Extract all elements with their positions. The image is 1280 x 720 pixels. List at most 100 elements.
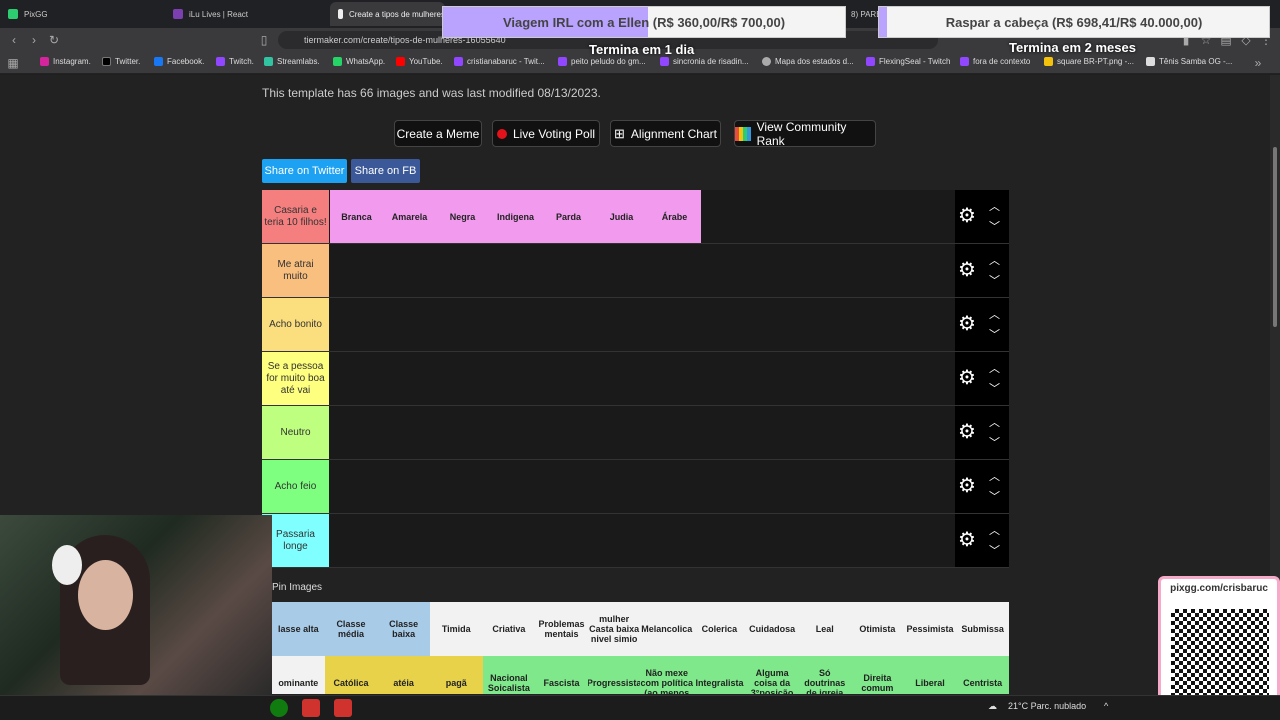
tab-tiermaker[interactable]: Create a tipos de mulheres (330, 2, 445, 26)
pool-item[interactable]: Progressista (587, 656, 641, 694)
tier-item[interactable]: Indigena (489, 190, 542, 243)
tier-item[interactable]: Negra (436, 190, 489, 243)
gear-icon[interactable]: ⚙ (958, 530, 976, 550)
chevron-up-icon[interactable]: ︿ (989, 414, 1000, 430)
bookmark-streamlabs[interactable]: Streamlabs. (264, 57, 320, 66)
pool-item[interactable]: ominante (272, 656, 325, 694)
tier-label[interactable]: Neutro (262, 406, 329, 459)
chevron-up-icon[interactable]: ︿ (989, 522, 1000, 538)
pool-item[interactable]: Só doutrinas de igreja (798, 656, 852, 694)
chevron-down-icon[interactable]: ﹀ (989, 542, 1000, 558)
tier-item[interactable]: Judia (595, 190, 648, 243)
tier-label[interactable]: Se a pessoa for muito boa até vai (262, 352, 329, 405)
pool-item[interactable]: Timida (429, 602, 483, 656)
bookmark-sincronia[interactable]: sincronia de risadin... (660, 57, 749, 66)
bookmark-fora[interactable]: fora de contexto (960, 57, 1030, 66)
gear-icon[interactable]: ⚙ (958, 476, 976, 496)
chevron-down-icon[interactable]: ﹀ (989, 326, 1000, 342)
pool-item[interactable]: Liberal (903, 656, 957, 694)
bookmark-whatsapp[interactable]: WhatsApp. (333, 57, 385, 66)
apps-icon[interactable]: ▦ (5, 55, 21, 71)
tier-label[interactable]: Acho feio (262, 460, 329, 513)
pool-item[interactable]: Não mexe com política (ao menos (640, 656, 694, 694)
bookmark-peito[interactable]: peito peludo do gm... (558, 57, 646, 66)
create-meme-button[interactable]: Create a Meme (394, 120, 482, 147)
alignment-chart-button[interactable]: ⊞ Alignment Chart (610, 120, 721, 147)
gear-icon[interactable]: ⚙ (958, 314, 976, 334)
chevron-down-icon[interactable]: ﹀ (989, 380, 1000, 396)
tab-parei[interactable]: 8) PAREI (843, 2, 878, 26)
forward-icon[interactable]: › (26, 32, 42, 48)
gear-icon[interactable]: ⚙ (958, 422, 976, 442)
bookmark-cristianabaruc[interactable]: cristianabaruc - Twit... (454, 57, 545, 66)
share-facebook-button[interactable]: Share on FB (351, 159, 420, 183)
pool-item[interactable]: Pessimista (903, 602, 957, 656)
pool-item[interactable]: Submissa (956, 602, 1009, 656)
tier-label[interactable]: Acho bonito (262, 298, 329, 351)
app-icon[interactable] (334, 699, 352, 717)
pool-item[interactable]: Leal (798, 602, 852, 656)
tier-item[interactable]: Árabe (648, 190, 701, 243)
tier-item[interactable]: Amarela (383, 190, 436, 243)
bookmark-instagram[interactable]: Instagram. (40, 57, 91, 66)
chevron-down-icon[interactable]: ﹀ (989, 434, 1000, 450)
back-icon[interactable]: ‹ (6, 32, 22, 48)
chevron-up-icon[interactable]: ︿ (989, 252, 1000, 268)
bookmark-twitch[interactable]: Twitch. (216, 57, 254, 66)
app-icon[interactable] (302, 699, 320, 717)
bookmark-facebook[interactable]: Facebook. (154, 57, 204, 66)
pool-item[interactable]: Nacional Soicalista (482, 656, 536, 694)
pool-item[interactable]: Criativa (482, 602, 536, 656)
tray-chevron-icon[interactable]: ^ (1104, 701, 1108, 711)
bookmark-youtube[interactable]: YouTube. (396, 57, 443, 66)
pool-item[interactable]: Classe média (324, 602, 378, 656)
tier-item[interactable]: Parda (542, 190, 595, 243)
pool-item[interactable]: pagã (429, 656, 483, 694)
view-community-rank-button[interactable]: View Community Rank (734, 120, 876, 148)
chevron-up-icon[interactable]: ︿ (989, 468, 1000, 484)
pool-item[interactable]: Problemas mentais (535, 602, 588, 656)
pool-item[interactable]: Fascista (535, 656, 588, 694)
chevron-up-icon[interactable]: ︿ (989, 360, 1000, 376)
chevron-down-icon[interactable]: ﹀ (989, 218, 1000, 234)
gear-icon[interactable]: ⚙ (958, 260, 976, 280)
share-twitter-button[interactable]: Share on Twitter (262, 159, 347, 183)
xbox-icon[interactable] (270, 699, 288, 717)
bookmark-square[interactable]: square BR-PT.png -... (1044, 57, 1134, 66)
pool-item[interactable]: Otimista (851, 602, 904, 656)
scrollbar-thumb[interactable] (1273, 147, 1277, 327)
bookmark-icon[interactable]: ▯ (256, 32, 272, 48)
chevron-up-icon[interactable]: ︿ (989, 306, 1000, 322)
pool-item[interactable]: mulher Casta baixa nivel simio (587, 602, 641, 656)
pool-item[interactable]: Alguma coisa da 3°posição (745, 656, 799, 694)
pool-item[interactable]: Centrista (956, 656, 1009, 694)
tier-label[interactable]: Me atrai muito (262, 244, 329, 297)
tier-items[interactable]: Branca Amarela Negra Indigena Parda Judia Árab… (330, 190, 701, 243)
pool-item[interactable]: Cuidadosa (745, 602, 799, 656)
live-voting-poll-button[interactable]: Live Voting Poll (492, 120, 600, 147)
bookmark-twitter[interactable]: Twitter. (102, 57, 140, 66)
pool-item[interactable]: Direita comum (851, 656, 904, 694)
tab-react[interactable]: iLu Lives | React (165, 2, 328, 26)
bookmark-flexingseal[interactable]: FlexingSeal - Twitch (866, 57, 950, 66)
bookmark-mapa[interactable]: Mapa dos estados d... (762, 57, 854, 66)
pool-item[interactable]: atéia (377, 656, 430, 694)
pool-item[interactable]: Melancolica (640, 602, 694, 656)
more-bookmarks-icon[interactable]: » (1250, 55, 1266, 71)
tab-pixgg[interactable]: PixGG (0, 2, 165, 26)
pool-item[interactable]: lasse alta (272, 602, 325, 656)
tier-label[interactable]: Casaria e teria 10 filhos! (262, 190, 329, 243)
weather-text[interactable]: 21°C Parc. nublado (1008, 701, 1086, 711)
chevron-down-icon[interactable]: ﹀ (989, 272, 1000, 288)
pool-item[interactable]: Colerica (693, 602, 746, 656)
pool-item[interactable]: Integralista (693, 656, 746, 694)
tier-label[interactable]: Passaria longe (262, 514, 329, 567)
gear-icon[interactable]: ⚙ (958, 368, 976, 388)
chevron-up-icon[interactable]: ︿ (989, 198, 1000, 214)
tier-item[interactable]: Branca (330, 190, 383, 243)
pool-item[interactable]: Classe baixa (377, 602, 430, 656)
gear-icon[interactable]: ⚙ (958, 206, 976, 226)
weather-icon[interactable]: ☁ (988, 701, 997, 712)
chevron-down-icon[interactable]: ﹀ (989, 488, 1000, 504)
pool-item[interactable]: Católica (324, 656, 378, 694)
